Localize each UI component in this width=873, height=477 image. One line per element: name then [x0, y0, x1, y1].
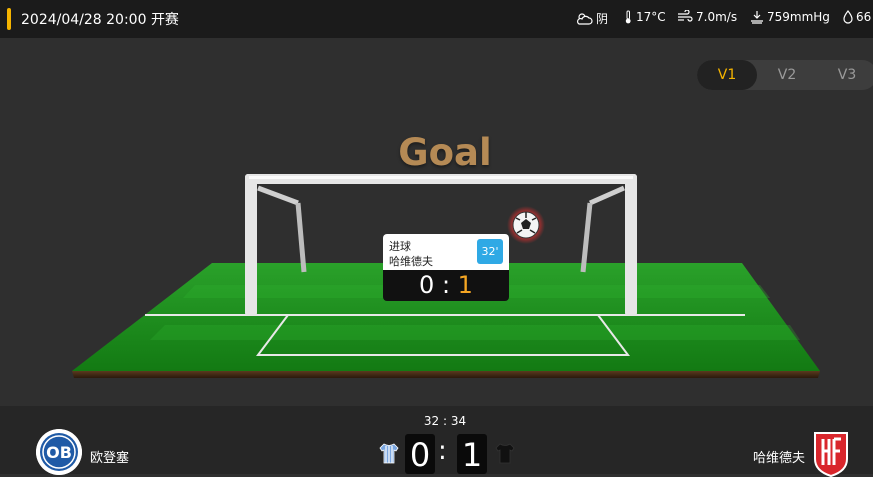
popup-minute-badge: 32' [477, 239, 503, 264]
soccer-ball-icon [507, 206, 545, 244]
temperature-value: 17°C [636, 10, 666, 24]
air-pressure: 759mmHg [750, 10, 830, 24]
home-kit-icon [379, 443, 399, 464]
pressure-icon [751, 11, 763, 24]
view-mode-toggle[interactable]: V1 V2 V3 [697, 60, 873, 90]
popup-score-separator: : [441, 271, 458, 299]
away-team-name: 哈维德夫 [753, 451, 806, 466]
humidity-value: 66 [856, 10, 872, 24]
away-team-logo: HF [814, 432, 848, 477]
view-v3-button[interactable]: V3 [817, 60, 873, 90]
match-start-time: 2024/04/28 20:00 开赛 [21, 12, 179, 28]
away-score: 1 [457, 434, 487, 474]
view-v1-button[interactable]: V1 [697, 60, 757, 90]
popup-score: 0 : 1 [383, 270, 509, 301]
away-kit-icon [495, 443, 515, 464]
popup-away-score: 1 [457, 271, 473, 299]
goal-event-popup: 进球 哈维德夫 32' 0 : 1 [383, 234, 509, 304]
popup-home-score: 0 [419, 271, 435, 299]
home-team-logo: OB [36, 429, 82, 475]
scoreboard: 32 : 34 OB 欧登塞 0 : 1 哈维德夫 HF [0, 406, 873, 477]
pitch-soil-edge [72, 371, 820, 378]
home-score: 0 [405, 434, 435, 474]
popup-event-type: 进球 [389, 240, 411, 253]
view-v2-button[interactable]: V2 [757, 60, 817, 90]
svg-text:OB: OB [46, 443, 72, 462]
water-drop-icon [843, 10, 853, 24]
wind-icon [678, 10, 693, 22]
temperature: 17°C [623, 10, 666, 24]
humidity: 66 [843, 10, 871, 24]
popup-info: 进球 哈维德夫 32' [383, 234, 509, 270]
top-bar: 2024/04/28 20:00 开赛 阴 17°C 7.0m/s 759mmH… [0, 0, 873, 38]
weather-condition: 阴 [575, 10, 608, 27]
air-pressure-value: 759mmHg [767, 10, 830, 24]
match-clock: 32 : 34 [423, 414, 467, 428]
event-title: Goal [398, 131, 492, 174]
match-animation-stage: V1 V2 V3 Goal 进球 哈维德夫 32' 0 : 1 [0, 38, 873, 406]
popup-scoring-team: 哈维德夫 [389, 255, 433, 268]
pitch-graphic [72, 174, 820, 378]
thermometer-icon [625, 10, 631, 24]
wind-speed: 7.0m/s [677, 10, 737, 24]
weather-condition-label: 阴 [596, 12, 609, 26]
wind-speed-value: 7.0m/s [696, 10, 738, 24]
score-separator: : [438, 436, 447, 466]
home-team-name: 欧登塞 [90, 451, 130, 466]
cloudy-icon [577, 12, 593, 25]
accent-bar [7, 8, 11, 30]
